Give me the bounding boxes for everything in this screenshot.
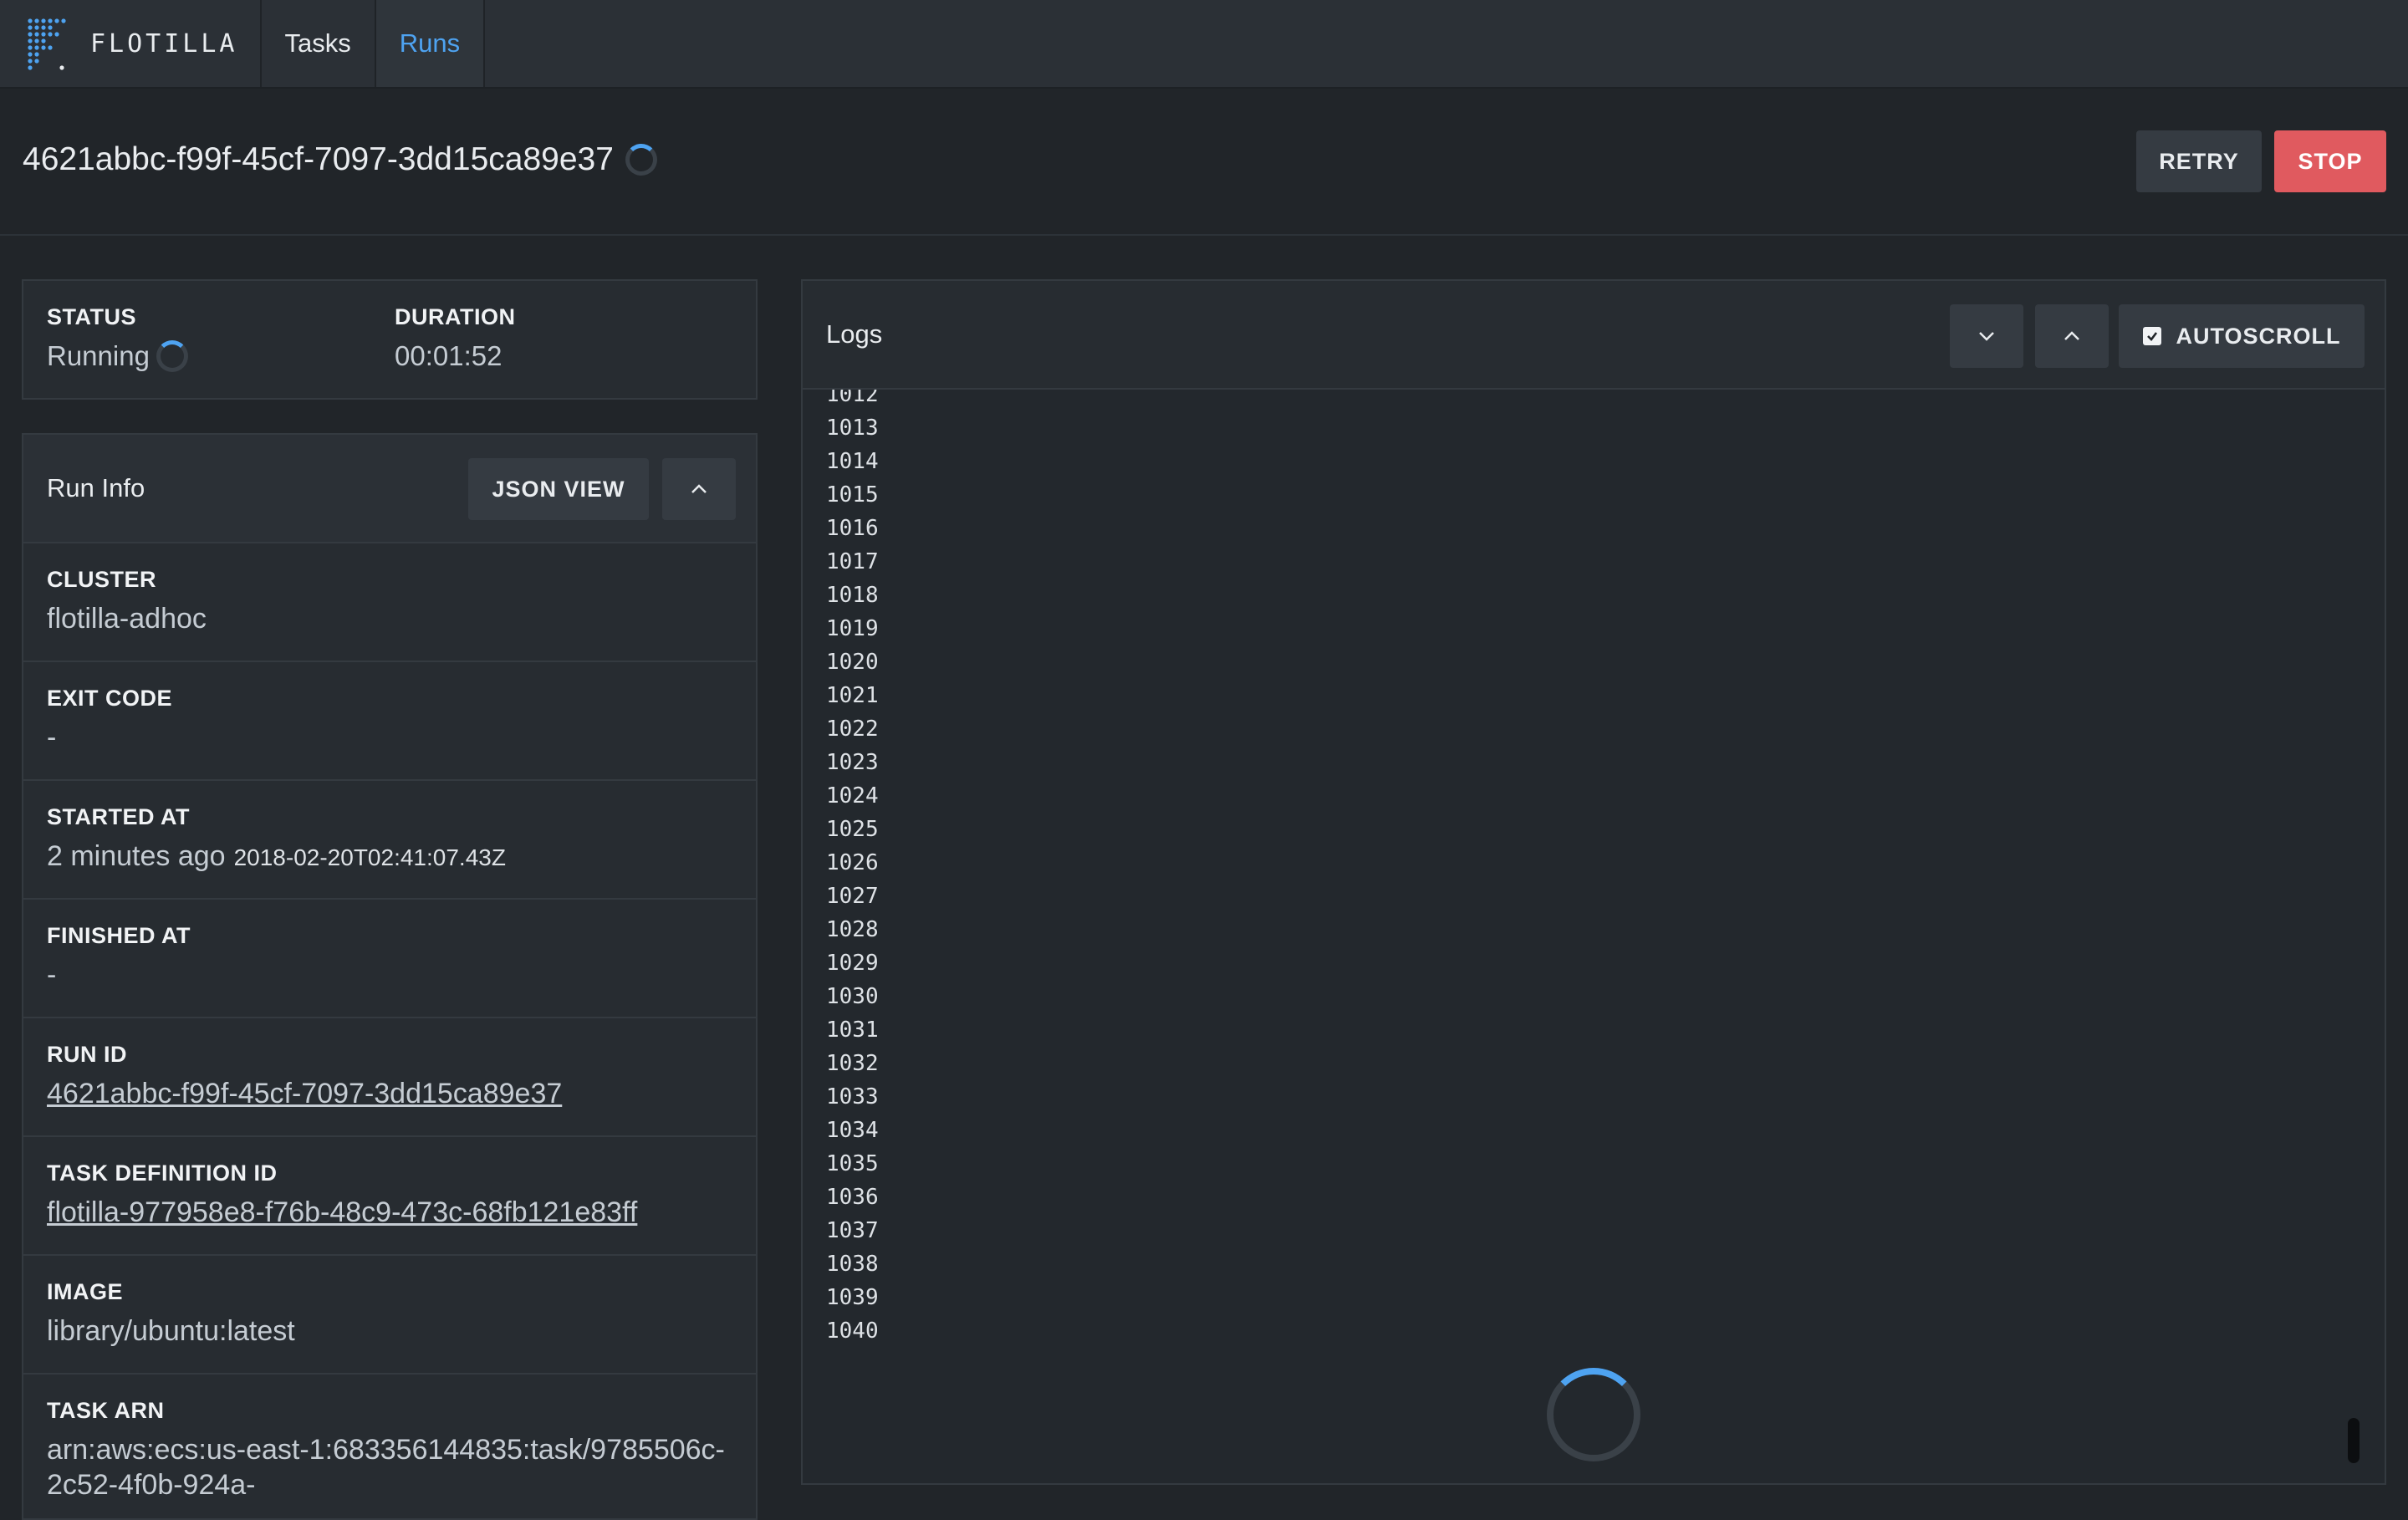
log-line: 1020 bbox=[826, 650, 879, 675]
duration-label: DURATION bbox=[395, 304, 516, 329]
field-label: TASK DEFINITION ID bbox=[47, 1160, 278, 1186]
log-line: 1031 bbox=[826, 1018, 879, 1043]
task-definition-link[interactable]: flotilla-977958e8-f76b-48c9-473c-68fb121… bbox=[47, 1196, 637, 1228]
field-value-row: 4621abbc-f99f-45cf-7097-3dd15ca89e37 bbox=[47, 1078, 732, 1110]
duration-value: 00:01:52 bbox=[395, 340, 503, 371]
field-label: STARTED AT bbox=[47, 804, 190, 829]
chevron-up-icon bbox=[691, 484, 707, 493]
log-line: 1032 bbox=[826, 1051, 879, 1076]
log-line: 1037 bbox=[826, 1218, 879, 1243]
nav-tab-tasks[interactable]: Tasks bbox=[262, 0, 376, 87]
log-scrollbar-thumb[interactable] bbox=[2348, 1418, 2360, 1463]
log-line: 1025 bbox=[826, 817, 879, 842]
brand[interactable]: FLOTILLA bbox=[0, 0, 262, 87]
field-label: TASK ARN bbox=[47, 1398, 165, 1423]
log-line: 1030 bbox=[826, 984, 879, 1009]
field-label: EXIT CODE bbox=[47, 686, 173, 711]
loading-spinner-icon bbox=[625, 144, 657, 176]
stop-button[interactable]: STOP bbox=[2274, 130, 2386, 192]
field-value: library/ubuntu:latest bbox=[47, 1315, 295, 1347]
log-lines-container: 1012 1013 1014 1015 1016 1017 1018 1019 1020 1021… bbox=[826, 390, 2331, 1348]
log-line: 1013 bbox=[826, 416, 879, 441]
field-label: CLUSTER bbox=[47, 567, 156, 592]
log-line: 1029 bbox=[826, 951, 879, 976]
field-task-arn: TASK ARN arn:aws:ecs:us-east-1:683356144… bbox=[23, 1375, 756, 1518]
retry-button[interactable]: RETRY bbox=[2136, 130, 2262, 192]
page-title: 4621abbc-f99f-45cf-7097-3dd15ca89e37 bbox=[23, 141, 657, 178]
collapse-run-info-button[interactable] bbox=[662, 458, 736, 520]
field-image: IMAGE library/ubuntu:latest bbox=[23, 1256, 756, 1375]
log-line: 1026 bbox=[826, 850, 879, 875]
log-output[interactable]: 1012 1013 1014 1015 1016 1017 1018 1019 1020 1021… bbox=[826, 390, 2331, 1376]
autoscroll-toggle[interactable]: AUTOSCROLL bbox=[2119, 304, 2365, 368]
field-label: RUN ID bbox=[47, 1042, 127, 1067]
log-line: 1018 bbox=[826, 583, 879, 608]
log-line: 1022 bbox=[826, 717, 879, 742]
status-card: STATUS Running DURATION 00:01:52 bbox=[22, 279, 758, 400]
log-line: 1039 bbox=[826, 1285, 879, 1310]
logs-title: Logs bbox=[826, 319, 883, 349]
log-line: 1040 bbox=[826, 1319, 879, 1344]
started-timestamp: 2018-02-20T02:41:07.43Z bbox=[233, 844, 506, 870]
started-relative-time: 2 minutes ago bbox=[47, 840, 226, 872]
field-value: flotilla-adhoc bbox=[47, 603, 207, 635]
field-cluster: CLUSTER flotilla-adhoc bbox=[23, 543, 756, 662]
run-info-card: Run Info JSON VIEW CLUSTER flotilla-adho… bbox=[22, 433, 758, 1520]
running-spinner-icon bbox=[156, 340, 188, 372]
field-value-row: 2 minutes ago 2018-02-20T02:41:07.43Z bbox=[47, 840, 732, 873]
field-value-row: flotilla-977958e8-f76b-48c9-473c-68fb121… bbox=[47, 1196, 732, 1229]
json-view-button[interactable]: JSON VIEW bbox=[468, 458, 649, 520]
field-run-id: RUN ID 4621abbc-f99f-45cf-7097-3dd15ca89… bbox=[23, 1018, 756, 1137]
status-value-row: Running bbox=[47, 340, 188, 372]
autoscroll-label: AUTOSCROLL bbox=[2176, 323, 2341, 349]
log-line: 1019 bbox=[826, 616, 879, 641]
log-line: 1016 bbox=[826, 516, 879, 541]
top-navigation: FLOTILLA Tasks Runs bbox=[0, 0, 2408, 89]
chevron-down-icon bbox=[1979, 332, 1994, 341]
field-started-at: STARTED AT 2 minutes ago 2018-02-20T02:41… bbox=[23, 781, 756, 900]
log-line: 1015 bbox=[826, 482, 879, 508]
log-line: 1023 bbox=[826, 750, 879, 775]
log-line: 1028 bbox=[826, 917, 879, 942]
field-task-definition-id: TASK DEFINITION ID flotilla-977958e8-f76… bbox=[23, 1137, 756, 1256]
duration-stat: DURATION 00:01:52 bbox=[395, 304, 515, 372]
log-line: 1038 bbox=[826, 1252, 879, 1277]
checkbox-checked-icon bbox=[2142, 327, 2161, 345]
run-info-header: Run Info JSON VIEW bbox=[23, 435, 756, 543]
field-exit-code: EXIT CODE - bbox=[23, 662, 756, 781]
field-value: - bbox=[47, 959, 57, 991]
field-finished-at: FINISHED AT - bbox=[23, 900, 756, 1018]
field-label: FINISHED AT bbox=[47, 923, 191, 948]
run-id-link[interactable]: 4621abbc-f99f-45cf-7097-3dd15ca89e37 bbox=[47, 1078, 562, 1109]
log-line: 1034 bbox=[826, 1118, 879, 1143]
field-label: IMAGE bbox=[47, 1279, 124, 1304]
log-line: 1033 bbox=[826, 1084, 879, 1109]
nav-tab-runs[interactable]: Runs bbox=[375, 0, 486, 87]
field-value: - bbox=[47, 722, 57, 753]
run-info-title: Run Info bbox=[47, 473, 145, 502]
flotilla-logo-icon bbox=[28, 18, 66, 70]
run-id-title: 4621abbc-f99f-45cf-7097-3dd15ca89e37 bbox=[23, 141, 614, 177]
chevron-up-icon bbox=[2064, 331, 2079, 340]
status-label: STATUS bbox=[47, 304, 136, 329]
status-value: Running bbox=[47, 340, 150, 371]
brand-name: FLOTILLA bbox=[90, 28, 238, 59]
log-line: 1021 bbox=[826, 683, 879, 708]
field-value: arn:aws:ecs:us-east-1:683356144835:task/… bbox=[47, 1434, 725, 1501]
status-stat: STATUS Running bbox=[47, 304, 188, 372]
log-line: 1024 bbox=[826, 783, 879, 808]
run-header: 4621abbc-f99f-45cf-7097-3dd15ca89e37 RET… bbox=[0, 89, 2408, 236]
log-loading-spinner-icon bbox=[1547, 1368, 1640, 1461]
log-line: 1017 bbox=[826, 549, 879, 574]
scroll-up-button[interactable] bbox=[2035, 304, 2109, 368]
log-line: 1014 bbox=[826, 449, 879, 474]
scroll-down-button[interactable] bbox=[1950, 304, 2023, 368]
log-line: 1036 bbox=[826, 1185, 879, 1210]
logs-card: Logs AUTOSCROLL 1012 1013 1014 1015 1016 1017… bbox=[801, 279, 2386, 1485]
log-line: 1012 bbox=[826, 390, 879, 407]
log-line: 1035 bbox=[826, 1151, 879, 1176]
log-line: 1027 bbox=[826, 884, 879, 909]
logs-header: Logs AUTOSCROLL bbox=[803, 281, 2385, 390]
